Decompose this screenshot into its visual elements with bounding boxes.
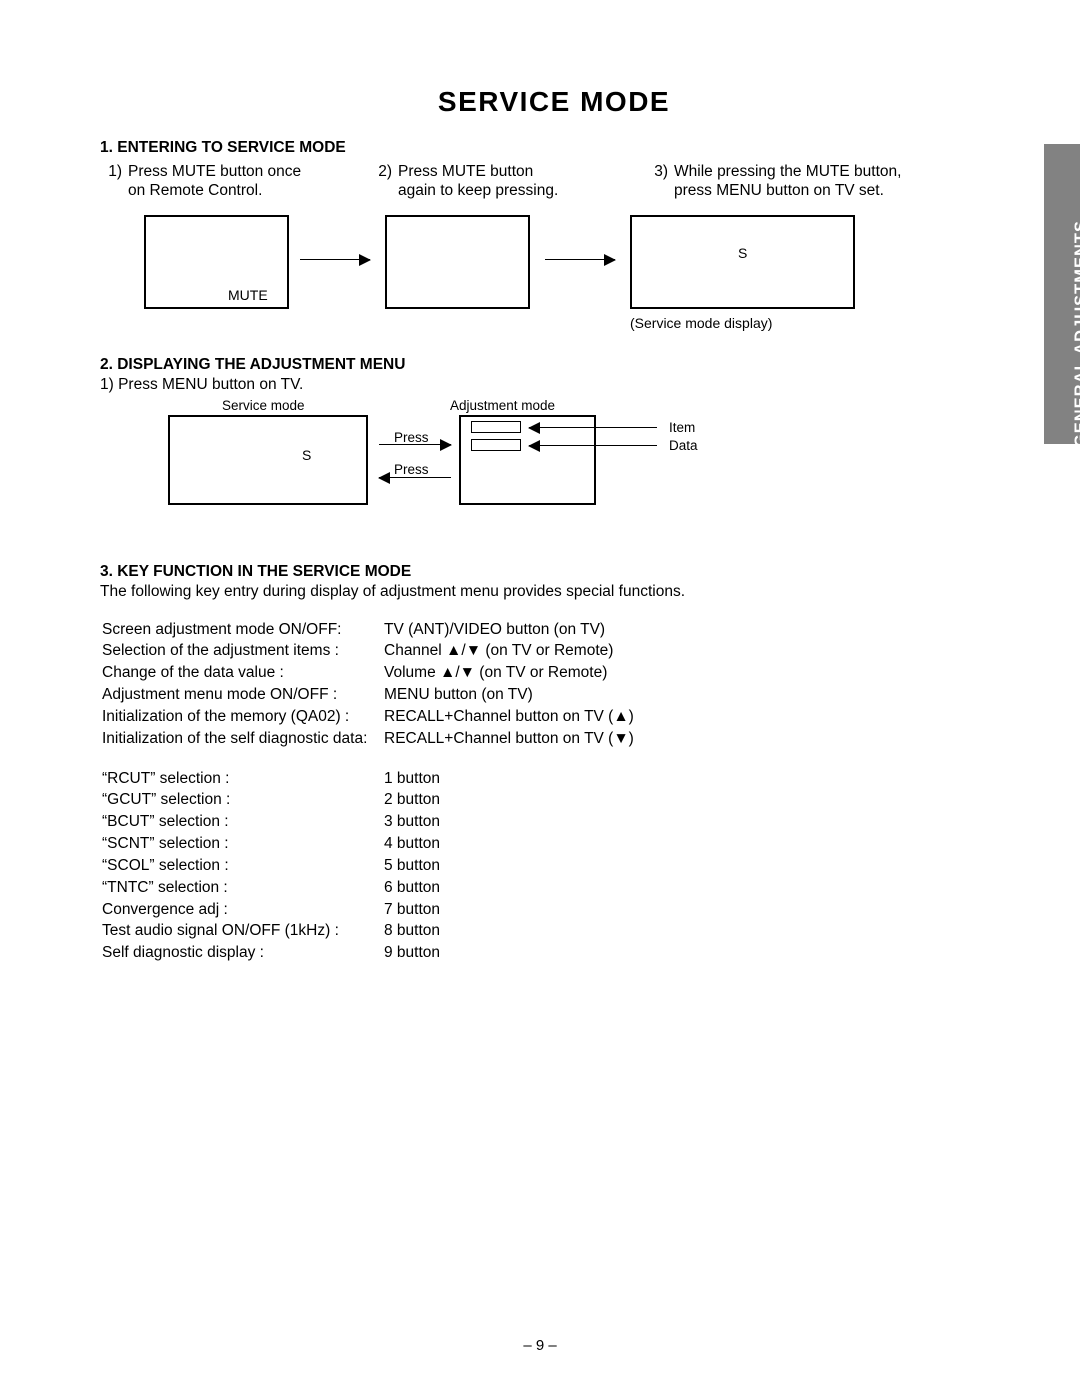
step3-num: 3) xyxy=(646,162,674,182)
section3-intro: The following key entry during display o… xyxy=(100,582,1008,602)
key-fn-value: 7 button xyxy=(384,900,450,920)
key-fn-value: MENU button (on TV) xyxy=(384,685,644,705)
adj-item-box xyxy=(471,421,521,433)
key-fn-value: TV (ANT)/VIDEO button (on TV) xyxy=(384,620,644,640)
page-number: – 9 – xyxy=(0,1336,1080,1355)
entering-diagram: MUTE S (Service mode display) xyxy=(100,215,980,335)
key-table-a: Screen adjustment mode ON/OFF:TV (ANT)/V… xyxy=(100,618,646,751)
lbl-service-mode: Service mode xyxy=(222,397,305,414)
key-fn-value: 6 button xyxy=(384,878,450,898)
screen1-label: MUTE xyxy=(228,287,268,305)
key-fn-value: 2 button xyxy=(384,790,450,810)
screen3-caption: (Service mode display) xyxy=(630,315,772,333)
key-fn-value: 8 button xyxy=(384,921,450,941)
key-fn-label: Adjustment menu mode ON/OFF : xyxy=(102,685,382,705)
step3-l1: While pressing the MUTE button, xyxy=(674,162,901,182)
key-fn-label: Selection of the adjustment items : xyxy=(102,641,382,661)
key-fn-value: 4 button xyxy=(384,834,450,854)
key-fn-value: RECALL+Channel button on TV (▲) xyxy=(384,707,644,727)
screen-box-2 xyxy=(385,215,530,309)
entering-steps: 1)Press MUTE button once on Remote Contr… xyxy=(100,162,970,202)
section1-heading: 1. ENTERING TO SERVICE MODE xyxy=(100,138,1008,158)
key-fn-label: Self diagnostic display : xyxy=(102,943,382,963)
lbl-item: Item xyxy=(669,419,695,436)
key-fn-value: 3 button xyxy=(384,812,450,832)
key-fn-value: RECALL+Channel button on TV (▼) xyxy=(384,729,644,749)
key-fn-value: 5 button xyxy=(384,856,450,876)
key-table-b: “RCUT” selection :1 button“GCUT” selecti… xyxy=(100,767,452,965)
svc-box xyxy=(168,415,368,505)
step2-l2: again to keep pressing. xyxy=(398,181,558,201)
key-fn-label: Initialization of the self diagnostic da… xyxy=(102,729,382,749)
lbl-data: Data xyxy=(669,437,698,454)
key-fn-label: “TNTC” selection : xyxy=(102,878,382,898)
lbl-press2: Press xyxy=(394,461,429,478)
arrow-data xyxy=(529,445,657,446)
arrow-item xyxy=(529,427,657,428)
key-fn-label: “SCOL” selection : xyxy=(102,856,382,876)
key-fn-label: “SCNT” selection : xyxy=(102,834,382,854)
step1-l1: Press MUTE button once xyxy=(128,162,301,182)
key-fn-value: 9 button xyxy=(384,943,450,963)
key-fn-value: 1 button xyxy=(384,769,450,789)
key-fn-label: Convergence adj : xyxy=(102,900,382,920)
key-fn-label: “RCUT” selection : xyxy=(102,769,382,789)
step1-l2: on Remote Control. xyxy=(128,181,262,201)
adj-data-box xyxy=(471,439,521,451)
key-fn-label: Change of the data value : xyxy=(102,663,382,683)
step3-l2: press MENU button on TV set. xyxy=(674,181,884,201)
svc-box-s: S xyxy=(302,447,311,465)
key-fn-value: Channel ▲/▼ (on TV or Remote) xyxy=(384,641,644,661)
side-tab-label: GENERAL ADJUSTMENTS xyxy=(1072,220,1080,447)
section3-heading: 3. KEY FUNCTION IN THE SERVICE MODE xyxy=(100,562,1008,582)
step2-num: 2) xyxy=(370,162,398,182)
key-fn-value: Volume ▲/▼ (on TV or Remote) xyxy=(384,663,644,683)
key-fn-label: “GCUT” selection : xyxy=(102,790,382,810)
page-title: SERVICE MODE xyxy=(100,84,1008,120)
key-fn-label: Initialization of the memory (QA02) : xyxy=(102,707,382,727)
section2-heading: 2. DISPLAYING THE ADJUSTMENT MENU xyxy=(100,355,1008,375)
section2-line: 1) Press MENU button on TV. xyxy=(100,375,1008,395)
lbl-press1: Press xyxy=(394,429,429,446)
key-fn-label: Test audio signal ON/OFF (1kHz) : xyxy=(102,921,382,941)
key-fn-label: “BCUT” selection : xyxy=(102,812,382,832)
adjustment-diagram: Service mode S Press Press Adjustment mo… xyxy=(154,397,874,512)
lbl-adj-mode: Adjustment mode xyxy=(450,397,555,414)
step1-num: 1) xyxy=(100,162,128,182)
arrow-1 xyxy=(300,259,370,260)
key-fn-label: Screen adjustment mode ON/OFF: xyxy=(102,620,382,640)
screen3-label: S xyxy=(738,245,747,263)
arrow-2 xyxy=(545,259,615,260)
step2-l1: Press MUTE button xyxy=(398,162,533,182)
